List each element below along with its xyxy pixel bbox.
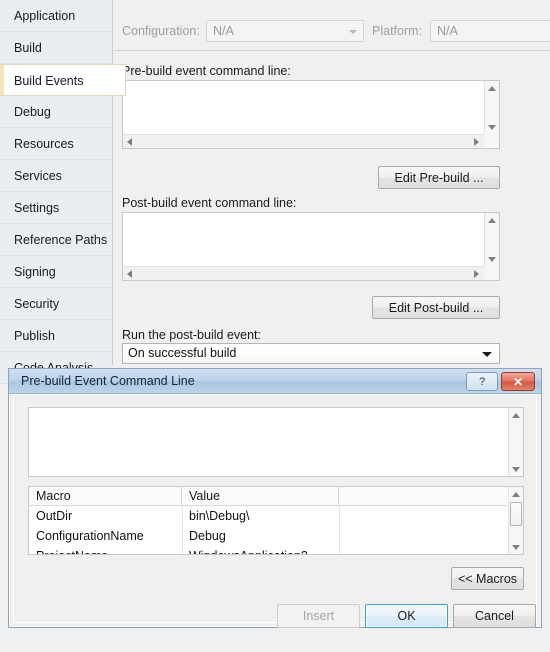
macros-table-body[interactable]: OutDir bin\Debug\ ConfigurationName Debug Pr…: [29, 506, 507, 554]
dialog-command-vertical-scrollbar[interactable]: [508, 408, 523, 476]
configuration-value: N/A: [213, 24, 234, 38]
prebuild-textbox[interactable]: [122, 80, 500, 149]
prebuild-label: Pre-build event command line:: [122, 64, 291, 78]
chevron-down-icon: [349, 30, 357, 34]
column-header-2[interactable]: Value: [182, 487, 339, 505]
macro-value-cell: Debug: [189, 529, 226, 543]
sidebar-item-signing[interactable]: Signing: [0, 256, 112, 288]
sidebar-item-label: Resources: [14, 137, 74, 151]
screen: Application Build Build Events Debug Resourc…: [0, 0, 550, 652]
postbuild-textbox[interactable]: [122, 212, 500, 281]
scroll-up-icon[interactable]: [509, 408, 524, 422]
scroll-right-icon[interactable]: [470, 135, 484, 148]
close-icon[interactable]: ✕: [501, 372, 535, 391]
column-divider: [339, 506, 340, 554]
macro-value-cell: bin\Debug\: [189, 509, 250, 523]
column-header-3[interactable]: [339, 487, 509, 505]
sidebar-item-build[interactable]: Build: [0, 32, 112, 64]
column-divider: [182, 506, 183, 554]
platform-value: N/A: [437, 24, 458, 38]
macros-toggle-button[interactable]: << Macros: [451, 567, 524, 590]
scroll-right-icon[interactable]: [470, 267, 484, 280]
postbuild-horizontal-scrollbar[interactable]: [123, 266, 484, 280]
scroll-left-icon[interactable]: [123, 267, 137, 280]
sidebar-item-services[interactable]: Services: [0, 160, 112, 192]
prebuild-vertical-scrollbar[interactable]: [484, 81, 499, 134]
prebuild-textarea[interactable]: [123, 81, 483, 133]
sidebar-item-label: Publish: [14, 329, 55, 343]
scroll-left-icon[interactable]: [123, 135, 137, 148]
table-row[interactable]: ConfigurationName Debug: [29, 526, 507, 546]
macros-table-vertical-scrollbar[interactable]: [508, 487, 523, 554]
platform-label: Platform:: [372, 24, 423, 38]
macro-name-cell: ProjectName: [29, 546, 182, 554]
sidebar-item-label: Signing: [14, 265, 56, 279]
prebuild-horizontal-scrollbar[interactable]: [123, 134, 484, 148]
scroll-down-icon[interactable]: [509, 540, 524, 554]
scroll-up-icon[interactable]: [485, 81, 500, 95]
sidebar-item-label: Security: [14, 297, 60, 311]
sidebar-item-resources[interactable]: Resources: [0, 128, 112, 160]
sidebar-item-settings[interactable]: Settings: [0, 192, 112, 224]
dialog-title: Pre-build Event Command Line: [21, 374, 195, 388]
scrollbar-thumb[interactable]: [510, 502, 522, 526]
sidebar-item-debug[interactable]: Debug: [0, 96, 112, 128]
edit-prebuild-button[interactable]: Edit Pre-build ...: [378, 166, 500, 189]
scroll-down-icon[interactable]: [485, 252, 500, 266]
scroll-down-icon[interactable]: [485, 120, 500, 134]
sidebar-item-label: Application: [14, 9, 76, 23]
edit-postbuild-button[interactable]: Edit Post-build ...: [372, 296, 500, 319]
dialog-command-textbox[interactable]: [28, 407, 524, 477]
scrollbar-corner: [484, 266, 499, 280]
run-postbuild-combobox[interactable]: On successful build: [122, 343, 500, 364]
sidebar-item-label: Services: [14, 169, 62, 183]
cancel-button[interactable]: Cancel: [453, 604, 536, 628]
properties-tab-strip: Application Build Build Events Debug Resourc…: [0, 0, 126, 384]
macro-name-cell: ConfigurationName: [36, 529, 144, 543]
sidebar-item-label: Build: [14, 41, 42, 55]
insert-button[interactable]: Insert: [277, 604, 360, 628]
sidebar-item-label: Build Events: [14, 74, 84, 88]
macro-value-cell: WindowsApplication2: [182, 546, 339, 554]
divider: [114, 50, 550, 51]
column-header-1[interactable]: Macro: [29, 487, 182, 505]
run-postbuild-value: On successful build: [128, 346, 237, 360]
sidebar-item-label: Settings: [14, 201, 60, 215]
sidebar-item-publish[interactable]: Publish: [0, 320, 112, 352]
run-postbuild-label: Run the post-build event:: [122, 328, 261, 342]
scrollbar-corner: [484, 134, 499, 148]
macro-name-cell: OutDir: [36, 509, 73, 523]
configuration-combobox[interactable]: N/A: [206, 20, 364, 42]
configuration-label: Configuration:: [122, 24, 200, 38]
chevron-down-icon: [482, 352, 492, 357]
sidebar-item-label: Debug: [14, 105, 51, 119]
ok-button[interactable]: OK: [365, 604, 448, 628]
postbuild-vertical-scrollbar[interactable]: [484, 213, 499, 266]
dialog-body: Macro Value OutDir bin\Debug\ Configuration…: [13, 394, 537, 628]
scroll-up-icon[interactable]: [485, 213, 500, 227]
prebuild-event-dialog: Pre-build Event Command Line ? ✕ Macro Va…: [8, 368, 542, 628]
macros-table[interactable]: Macro Value OutDir bin\Debug\ Configuration…: [28, 486, 524, 555]
macros-table-header: Macro Value: [29, 487, 509, 506]
dialog-title-bar[interactable]: Pre-build Event Command Line ? ✕: [9, 369, 541, 394]
table-row[interactable]: OutDir bin\Debug\: [29, 506, 507, 526]
sidebar-item-security[interactable]: Security: [0, 288, 112, 320]
platform-combobox[interactable]: N/A: [430, 20, 550, 42]
scroll-up-icon[interactable]: [509, 487, 524, 501]
help-button[interactable]: ?: [466, 372, 498, 391]
dialog-command-textarea[interactable]: [29, 408, 507, 461]
sidebar-item-reference-paths[interactable]: Reference Paths: [0, 224, 112, 256]
postbuild-label: Post-build event command line:: [122, 196, 297, 210]
sidebar-item-build-events[interactable]: Build Events: [0, 64, 126, 96]
sidebar-item-label: Reference Paths: [14, 233, 108, 247]
postbuild-textarea[interactable]: [123, 213, 483, 265]
table-row[interactable]: ProjectNameWindowsApplication2: [29, 546, 507, 554]
scroll-down-icon[interactable]: [509, 462, 524, 476]
sidebar-item-application[interactable]: Application: [0, 0, 112, 32]
